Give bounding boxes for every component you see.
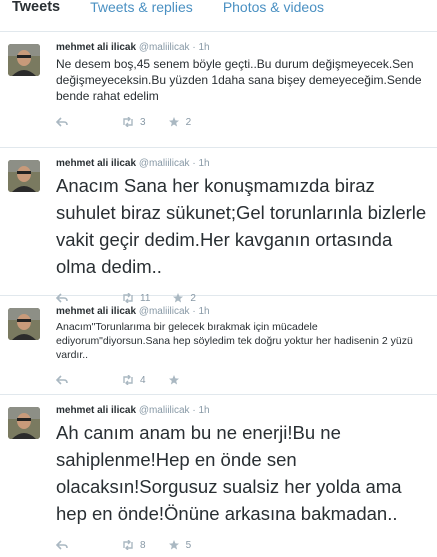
star-icon [168, 540, 180, 550]
tweet-actions: 8 5 [56, 533, 427, 557]
reply-icon [56, 117, 68, 127]
avatar[interactable] [8, 44, 40, 76]
tweet-item[interactable]: mehmet ali ilicak @maliilicak · 1h Anacı… [0, 148, 437, 304]
author-name[interactable]: mehmet ali ilicak [56, 42, 136, 53]
separator-dot: · [192, 158, 196, 169]
author-handle[interactable]: @maliilicak [139, 306, 190, 317]
tweet-time[interactable]: 1h [198, 306, 209, 317]
tweet-header: mehmet ali ilicak @maliilicak · 1h [56, 306, 427, 318]
retweet-icon [122, 117, 134, 127]
retweet-button[interactable]: 4 [122, 375, 146, 386]
tweet-text: Anacım"Torunlarıma bir gelecek bırakmak … [56, 321, 413, 361]
retweet-button[interactable]: 3 [122, 117, 146, 128]
tweet-text: Anacım Sana her konuşmamızda biraz suhul… [56, 175, 427, 277]
favorite-button[interactable]: 5 [168, 539, 192, 551]
star-icon [168, 375, 180, 385]
reply-button[interactable] [56, 540, 74, 550]
retweet-count: 4 [140, 374, 146, 386]
separator-dot: · [192, 405, 196, 416]
tweet-actions: 4 [56, 368, 427, 392]
tweet-header: mehmet ali ilicak @maliilicak · 1h [56, 405, 427, 417]
tweet-text: Ne desem boş,45 senem böyle geçti..Bu du… [56, 57, 422, 103]
tweet-header: mehmet ali ilicak @maliilicak · 1h [56, 158, 427, 170]
tab-tweets-replies[interactable]: Tweets & replies [90, 0, 193, 25]
reply-button[interactable] [56, 117, 74, 127]
tweet-time[interactable]: 1h [198, 405, 209, 416]
avatar[interactable] [8, 160, 40, 192]
favorite-button[interactable] [168, 375, 186, 385]
retweet-count: 3 [140, 116, 146, 128]
author-handle[interactable]: @maliilicak [139, 42, 190, 53]
separator-dot: · [192, 306, 196, 317]
tweet-time[interactable]: 1h [198, 42, 209, 53]
favorite-button[interactable]: 2 [168, 116, 192, 128]
favorite-count: 2 [185, 116, 192, 128]
avatar[interactable] [8, 407, 40, 439]
reply-icon [56, 375, 68, 385]
retweet-button[interactable]: 8 [122, 540, 146, 551]
separator-dot: · [192, 42, 196, 53]
retweet-count: 8 [140, 539, 146, 551]
tweet-actions: 3 2 [56, 110, 427, 134]
tweet-time[interactable]: 1h [198, 158, 209, 169]
author-handle[interactable]: @maliilicak [139, 158, 190, 169]
profile-tabs: Tweets Tweets & replies Photos & videos [0, 0, 437, 32]
reply-button[interactable] [56, 375, 74, 385]
tweet-item[interactable]: mehmet ali ilicak @maliilicak · 1h Anacı… [0, 296, 437, 395]
tweet-item[interactable]: mehmet ali ilicak @maliilicak · 1h Ah ca… [0, 395, 437, 551]
reply-icon [56, 540, 68, 550]
favorite-count: 5 [185, 539, 192, 551]
retweet-icon [122, 540, 134, 550]
avatar[interactable] [8, 308, 40, 340]
author-name[interactable]: mehmet ali ilicak [56, 306, 136, 317]
tweet-text: Ah canım anam bu ne enerji!Bu ne sahiple… [56, 422, 402, 524]
author-name[interactable]: mehmet ali ilicak [56, 158, 136, 169]
author-name[interactable]: mehmet ali ilicak [56, 405, 136, 416]
author-handle[interactable]: @maliilicak [139, 405, 190, 416]
tweet-item[interactable]: mehmet ali ilicak @maliilicak · 1h Ne de… [0, 32, 437, 148]
star-icon [168, 117, 180, 127]
retweet-icon [122, 375, 134, 385]
tab-photos-videos[interactable]: Photos & videos [223, 0, 324, 25]
tab-tweets[interactable]: Tweets [12, 0, 60, 25]
tweet-header: mehmet ali ilicak @maliilicak · 1h [56, 42, 427, 54]
